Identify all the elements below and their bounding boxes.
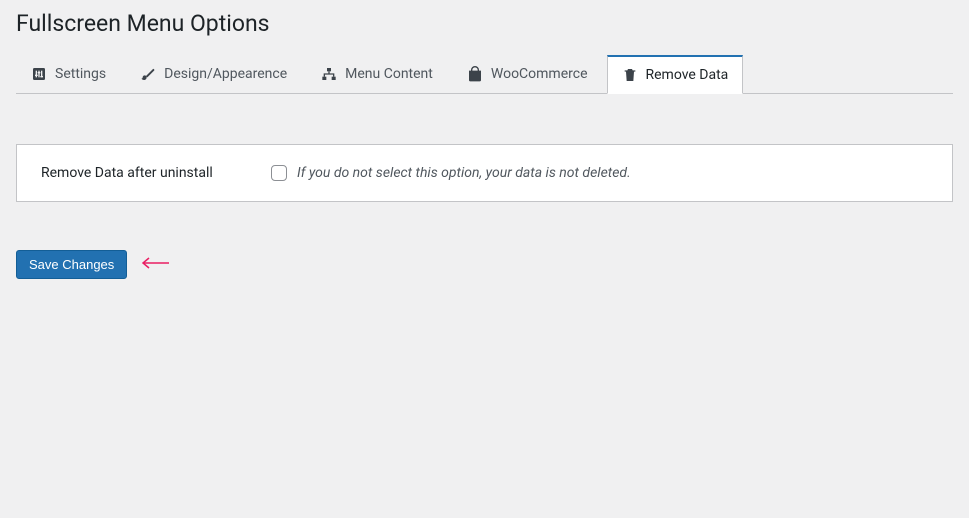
tab-label: Menu Content <box>345 66 433 82</box>
option-label: Remove Data after uninstall <box>41 165 271 181</box>
brush-icon <box>140 66 156 82</box>
save-button[interactable]: Save Changes <box>16 250 127 279</box>
option-remove-data: Remove Data after uninstall If you do no… <box>17 145 952 201</box>
controls-icon <box>31 66 47 82</box>
trash-icon <box>622 67 638 83</box>
tab-label: Settings <box>55 66 106 82</box>
tab-woocommerce[interactable]: WooCommerce <box>452 55 603 93</box>
sitemap-icon <box>321 66 337 82</box>
settings-box: Remove Data after uninstall If you do no… <box>16 144 953 202</box>
arrow-left-icon <box>139 255 169 274</box>
option-control: If you do not select this option, your d… <box>271 165 631 181</box>
tab-menu-content[interactable]: Menu Content <box>306 55 448 93</box>
nav-tabs: Settings Design/Appearence Menu Content … <box>16 55 953 94</box>
tab-label: WooCommerce <box>491 66 588 82</box>
tab-label: Design/Appearence <box>164 66 287 82</box>
save-row: Save Changes <box>16 250 953 279</box>
tab-design[interactable]: Design/Appearence <box>125 55 302 93</box>
tab-remove-data[interactable]: Remove Data <box>607 55 744 94</box>
option-description: If you do not select this option, your d… <box>297 165 631 181</box>
tab-label: Remove Data <box>646 67 729 83</box>
bag-icon <box>467 66 483 82</box>
page-title: Fullscreen Menu Options <box>16 0 953 43</box>
remove-data-checkbox[interactable] <box>271 165 287 181</box>
tab-settings[interactable]: Settings <box>16 55 121 93</box>
